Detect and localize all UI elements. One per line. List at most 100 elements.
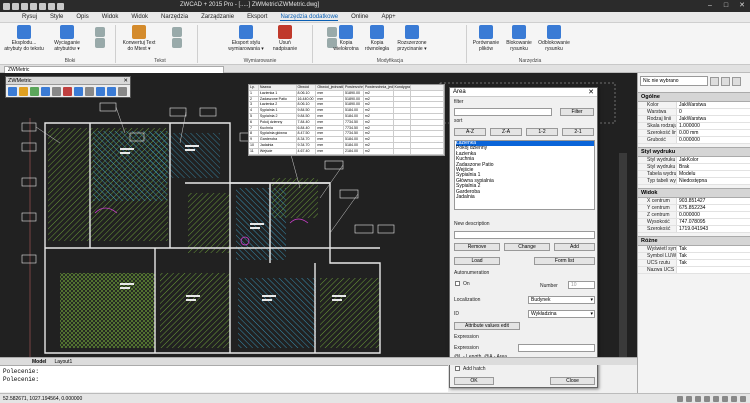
toggle-pickadd-icon[interactable] xyxy=(710,76,719,86)
area-icon[interactable] xyxy=(8,87,17,96)
osnap-icon[interactable] xyxy=(713,396,719,402)
lineweight-icon[interactable] xyxy=(731,396,737,402)
property-value[interactable]: Modelu xyxy=(676,171,750,177)
property-value[interactable]: Tak xyxy=(676,260,750,266)
property-row[interactable]: Tabela wydru...Modelu xyxy=(638,171,750,178)
property-value[interactable]: 1.000000 xyxy=(676,123,750,129)
property-value[interactable]: 0.00 mm xyxy=(676,130,750,136)
remove-button[interactable]: Remove xyxy=(454,243,500,251)
property-value[interactable]: 1719.041943 xyxy=(676,226,750,232)
property-row[interactable]: Szerokość 1719.041943 xyxy=(638,226,750,233)
tab-style[interactable]: Style xyxy=(50,14,63,20)
property-row[interactable]: Kolor JakWarstwa xyxy=(638,102,750,109)
multiple-copy-button[interactable]: Kopia wielokrotna xyxy=(330,25,362,52)
property-row[interactable]: Y centrum 675.852234 xyxy=(638,205,750,212)
close-button[interactable]: Close xyxy=(550,377,595,385)
polar-icon[interactable] xyxy=(704,396,710,402)
sort-12-button[interactable]: 1-2 xyxy=(526,128,558,136)
undo-icon[interactable] xyxy=(48,2,55,10)
maximize-icon[interactable]: □ xyxy=(720,1,732,10)
help-icon[interactable] xyxy=(118,87,127,96)
property-value[interactable]: 0.000000 xyxy=(676,137,750,143)
number-input[interactable]: 10 xyxy=(568,281,595,289)
id-select[interactable]: Wykładzina ▾ xyxy=(528,310,595,318)
tab-model[interactable]: Model xyxy=(32,359,46,365)
new-description-input[interactable] xyxy=(454,231,595,239)
list-item[interactable]: Jadalnia xyxy=(456,194,594,200)
redo-icon[interactable] xyxy=(57,2,64,10)
property-value[interactable]: Niedostępna xyxy=(676,178,750,184)
property-row[interactable]: UCS rzutu Tak xyxy=(638,260,750,267)
command-line[interactable]: Polecenie: Polecenie: xyxy=(0,365,448,392)
property-category[interactable]: Widok xyxy=(638,188,750,198)
remove-override-button[interactable]: Usuń nadpisanie xyxy=(270,25,300,52)
load-button[interactable]: Load xyxy=(454,257,500,265)
hatch-icon[interactable] xyxy=(30,87,39,96)
property-row[interactable]: Styl wydruku JakKolor xyxy=(638,157,750,164)
close-icon[interactable]: ✕ xyxy=(736,1,748,10)
filter-input[interactable] xyxy=(454,108,552,116)
quick-select-icon[interactable] xyxy=(732,76,741,86)
tab-wstaw[interactable]: Widok xyxy=(102,14,119,20)
tab-online[interactable]: Online xyxy=(351,14,368,20)
open-file-icon[interactable] xyxy=(21,2,28,10)
property-value[interactable]: JakWarstwa xyxy=(676,116,750,122)
sort-21-button[interactable]: 2-1 xyxy=(562,128,594,136)
document-tab[interactable]: ZWMetric xyxy=(4,66,224,73)
property-value[interactable]: 675.852234 xyxy=(676,205,750,211)
attribute-values-edit-button[interactable]: Attribute values edit xyxy=(454,322,520,330)
tab-zarzadzanie[interactable]: Zarządzanie xyxy=(201,14,234,20)
convert-text-button[interactable]: Konwertuj Text do Mtext ▾ xyxy=(120,25,158,52)
property-category[interactable]: Styl wydruku xyxy=(638,147,750,157)
zoom-icon[interactable] xyxy=(41,87,50,96)
property-category[interactable]: Różne xyxy=(638,236,750,246)
property-row[interactable]: Szerokość linii 0.00 mm xyxy=(638,130,750,137)
app-menu-icon[interactable] xyxy=(3,2,10,10)
compare-files-button[interactable]: Porównanie plików xyxy=(470,25,502,52)
quick-access-toolbar[interactable] xyxy=(3,2,64,10)
property-row[interactable]: Typ tabeli wy...Niedostępna xyxy=(638,178,750,185)
sort-za-button[interactable]: Z-A xyxy=(490,128,522,136)
expression-input[interactable] xyxy=(518,344,595,352)
property-value[interactable]: 0.000000 xyxy=(676,212,750,218)
selection-dropdown[interactable]: Nic nie wybrano xyxy=(640,76,708,86)
unlock-drawing-button[interactable]: Odblokowanie rysunku xyxy=(536,25,572,52)
add-hatch-checkbox[interactable] xyxy=(455,366,460,371)
room-area-table[interactable]: Lp. Nazwa Obwód Obwód_jednostki Powierzc… xyxy=(248,84,445,156)
export-dimstyle-button[interactable]: Eksport stylu wymiarowania ▾ xyxy=(224,25,268,52)
text-tools-block[interactable] xyxy=(162,27,192,49)
property-value[interactable]: JakKolor xyxy=(676,157,750,163)
save-icon[interactable] xyxy=(30,2,37,10)
explode-attributes-button[interactable]: Eksplodu... atrybuty do tekstu xyxy=(4,25,44,52)
property-row[interactable]: Wyświetl sym...Tak xyxy=(638,246,750,253)
room-list[interactable]: Łazienka Pokój dzienny Łazienka Kuchnia Zada… xyxy=(454,140,595,210)
property-value[interactable] xyxy=(676,267,750,273)
property-row[interactable]: Skala rodzaju...1.000000 xyxy=(638,123,750,130)
property-row[interactable]: Wysokość 747.078095 xyxy=(638,219,750,226)
close-icon[interactable]: ✕ xyxy=(123,77,128,85)
extended-trim-button[interactable]: Rozszerzone przycinanie ▾ xyxy=(394,25,430,52)
property-row[interactable]: X centrum 903.851427 xyxy=(638,198,750,205)
property-value[interactable]: 0 xyxy=(676,109,750,115)
tab-eksport[interactable]: Eksport xyxy=(247,14,267,20)
ortho-icon[interactable] xyxy=(695,396,701,402)
filter-button[interactable]: Filter xyxy=(560,108,594,116)
tab-widok[interactable]: Widok xyxy=(131,14,148,20)
tab-rysuj[interactable]: Rysuj xyxy=(22,14,37,20)
table-icon[interactable] xyxy=(52,87,61,96)
new-file-icon[interactable] xyxy=(12,2,19,10)
select-objects-icon[interactable] xyxy=(721,76,730,86)
lock-drawing-button[interactable]: Blokowanie rysunku xyxy=(504,25,534,52)
delete-icon[interactable] xyxy=(63,87,72,96)
tab-narzedzia-dodatkowe[interactable]: Narzędzia dodatkowe xyxy=(280,14,339,21)
edit-icon[interactable] xyxy=(74,87,83,96)
close-icon[interactable]: ✕ xyxy=(588,88,594,97)
property-row[interactable]: Nazwa UCS xyxy=(638,267,750,274)
snap-icon[interactable] xyxy=(677,396,683,402)
add-button[interactable]: Add xyxy=(554,243,595,251)
grid-icon[interactable] xyxy=(686,396,692,402)
property-row[interactable]: Z centrum 0.000000 xyxy=(638,212,750,219)
tab-app-plus[interactable]: App+ xyxy=(381,14,395,20)
property-row[interactable]: Rodzaj linii JakWarstwa xyxy=(638,116,750,123)
settings-icon[interactable] xyxy=(96,87,105,96)
